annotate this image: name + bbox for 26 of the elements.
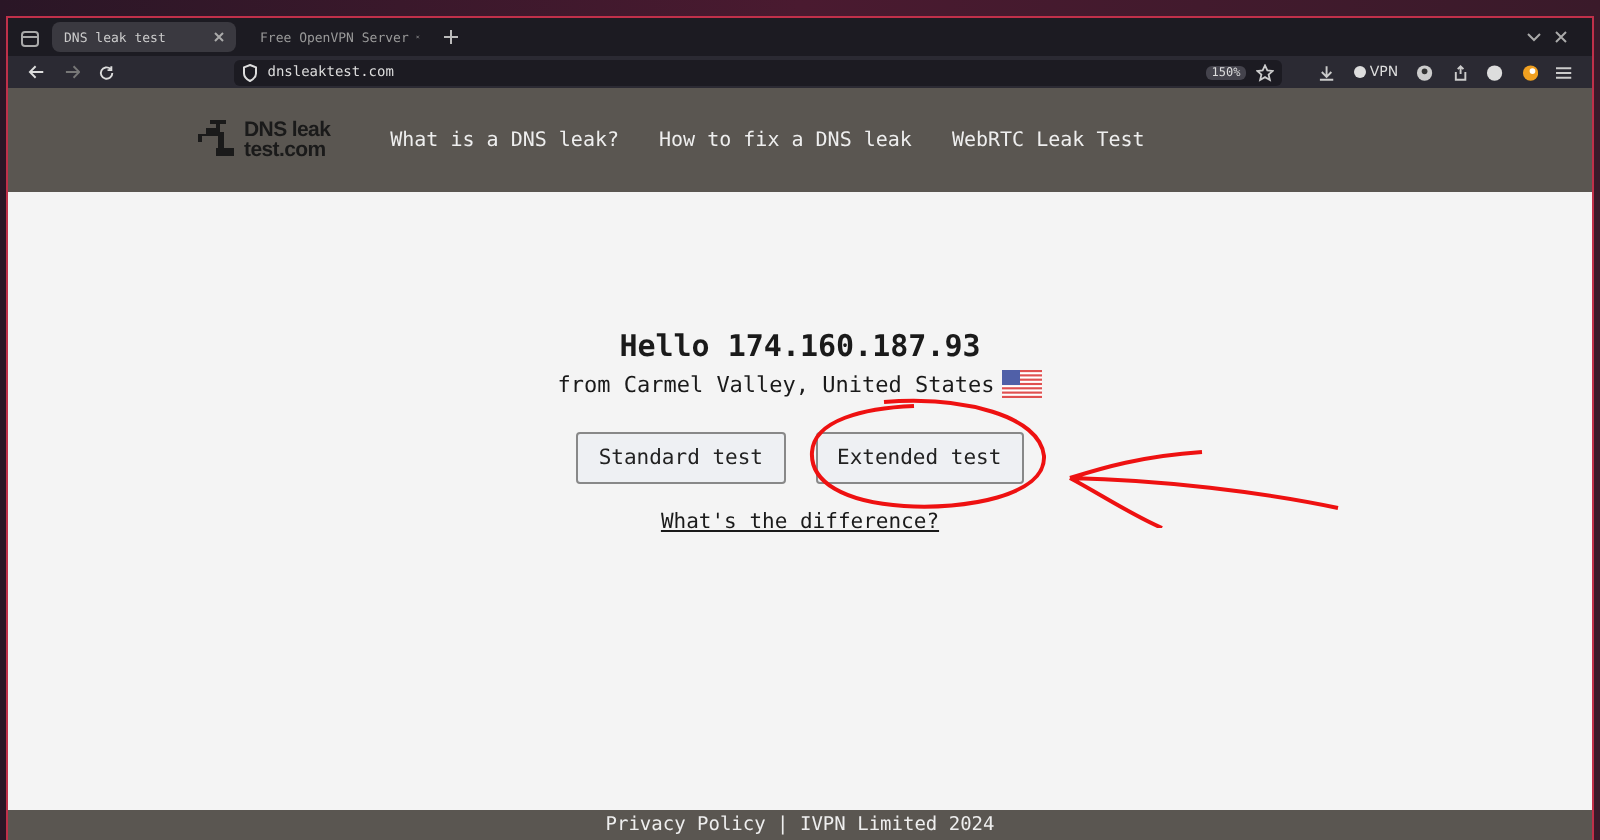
nav-link[interactable]: WebRTC Leak Test [951, 129, 1145, 151]
difference-link[interactable]: What's the difference? [660, 510, 940, 534]
forward-icon[interactable] [63, 64, 81, 80]
location-text: from Carmel Valley, United States [557, 371, 995, 397]
menu-icon[interactable] [1556, 65, 1573, 79]
chevron-down-icon[interactable] [1526, 31, 1542, 43]
download-icon[interactable] [1318, 63, 1336, 81]
flag-icon [1002, 370, 1043, 398]
nav-link[interactable]: What is a DNS leak? [390, 129, 620, 151]
reload-icon[interactable] [98, 63, 116, 81]
nav-link[interactable]: How to fix a DNS leak [659, 129, 912, 151]
test-button[interactable]: Extended test [815, 432, 1024, 484]
greeting-heading: Hello 174.160.187.93 [619, 328, 981, 364]
test-button[interactable]: Standard test [576, 432, 785, 484]
shield-icon [241, 63, 258, 81]
extension-icon[interactable] [1521, 63, 1539, 81]
close-tab-icon[interactable] [214, 32, 224, 42]
new-tab-icon[interactable] [444, 30, 458, 44]
close-icon[interactable] [1554, 30, 1568, 44]
tab-overview-icon[interactable] [20, 27, 40, 47]
share-icon[interactable] [1451, 63, 1469, 81]
account-icon[interactable] [1416, 63, 1434, 81]
faucet-icon [198, 118, 238, 162]
star-icon[interactable] [1256, 63, 1275, 81]
back-icon[interactable] [28, 64, 46, 80]
footer-text: Privacy Policy | IVPN Limited 2024 [605, 814, 995, 836]
